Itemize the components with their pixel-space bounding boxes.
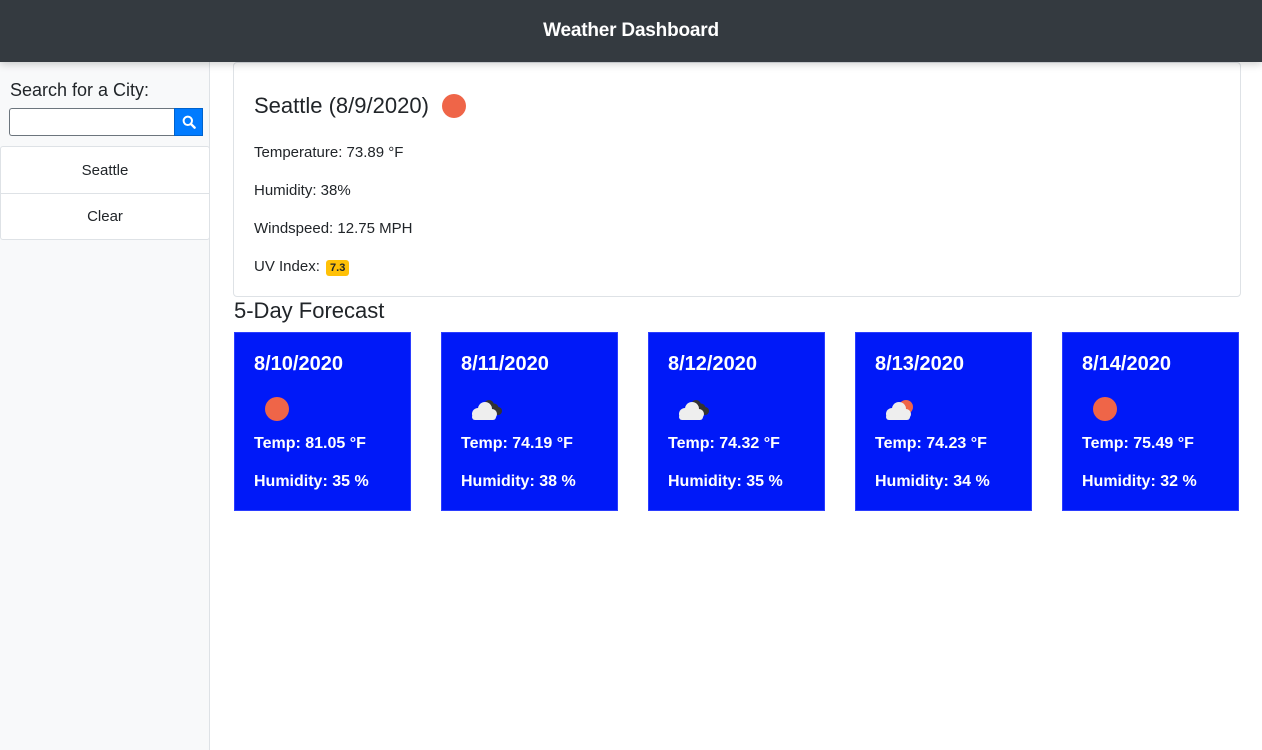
forecast-temp: Temp: 74.19 °F xyxy=(461,435,573,452)
search-label: Search for a City: xyxy=(10,80,150,100)
uv-badge: 7.3 xyxy=(326,260,350,276)
current-windspeed: Windspeed: 12.75 MPH xyxy=(254,220,413,237)
current-uv-index: UV Index: 7.3 xyxy=(254,258,350,276)
sidebar: Search for a City: Seattle Clear xyxy=(0,62,210,750)
forecast-card: 8/14/2020 Temp: 75.49 °F Humidity: 32 % xyxy=(1062,332,1239,511)
forecast-humidity: Humidity: 35 % xyxy=(254,473,369,490)
search-icon xyxy=(182,115,196,129)
forecast-temp: Temp: 74.32 °F xyxy=(668,435,780,452)
current-city-title: Seattle (8/9/2020) xyxy=(254,93,466,119)
forecast-temp: Temp: 81.05 °F xyxy=(254,435,366,452)
forecast-humidity: Humidity: 32 % xyxy=(1082,473,1197,490)
forecast-date: 8/10/2020 xyxy=(254,353,343,375)
partly-cloudy-icon xyxy=(886,400,913,420)
sun-icon xyxy=(441,94,466,118)
search-row xyxy=(9,108,203,136)
sun-icon xyxy=(1093,397,1117,421)
current-humidity: Humidity: 38% xyxy=(254,182,351,199)
current-weather-card: Seattle (8/9/2020) Temperature: 73.89 °F… xyxy=(233,62,1241,297)
clear-history-button[interactable]: Clear xyxy=(1,193,209,239)
forecast-card: 8/10/2020 Temp: 81.05 °F Humidity: 35 % xyxy=(234,332,411,511)
search-history-list: Seattle Clear xyxy=(0,146,210,240)
forecast-humidity: Humidity: 35 % xyxy=(668,473,783,490)
forecast-date: 8/13/2020 xyxy=(875,353,964,375)
forecast-temp: Temp: 75.49 °F xyxy=(1082,435,1194,452)
cloudy-icon xyxy=(472,400,502,420)
city-search-input[interactable] xyxy=(9,108,174,136)
forecast-card: 8/13/2020 Temp: 74.23 °F Humidity: 34 % xyxy=(855,332,1032,511)
forecast-card: 8/11/2020 Temp: 74.19 °F Humidity: 38 % xyxy=(441,332,618,511)
forecast-title: 5-Day Forecast xyxy=(234,298,385,323)
forecast-card: 8/12/2020 Temp: 74.32 °F Humidity: 35 % xyxy=(648,332,825,511)
uv-label: UV Index: xyxy=(254,258,320,275)
forecast-temp: Temp: 74.23 °F xyxy=(875,435,987,452)
forecast-date: 8/14/2020 xyxy=(1082,353,1171,375)
search-button[interactable] xyxy=(174,108,203,136)
forecast-humidity: Humidity: 38 % xyxy=(461,473,576,490)
forecast-date: 8/11/2020 xyxy=(461,353,549,375)
sun-icon xyxy=(265,397,289,421)
cloudy-icon xyxy=(679,400,709,420)
forecast-humidity: Humidity: 34 % xyxy=(875,473,990,490)
history-item-seattle[interactable]: Seattle xyxy=(1,147,209,193)
current-temperature: Temperature: 73.89 °F xyxy=(254,144,404,161)
top-navbar: Weather Dashboard xyxy=(0,0,1262,62)
app-title: Weather Dashboard xyxy=(543,20,719,41)
forecast-date: 8/12/2020 xyxy=(668,353,757,375)
current-city-date: Seattle (8/9/2020) xyxy=(254,93,429,118)
